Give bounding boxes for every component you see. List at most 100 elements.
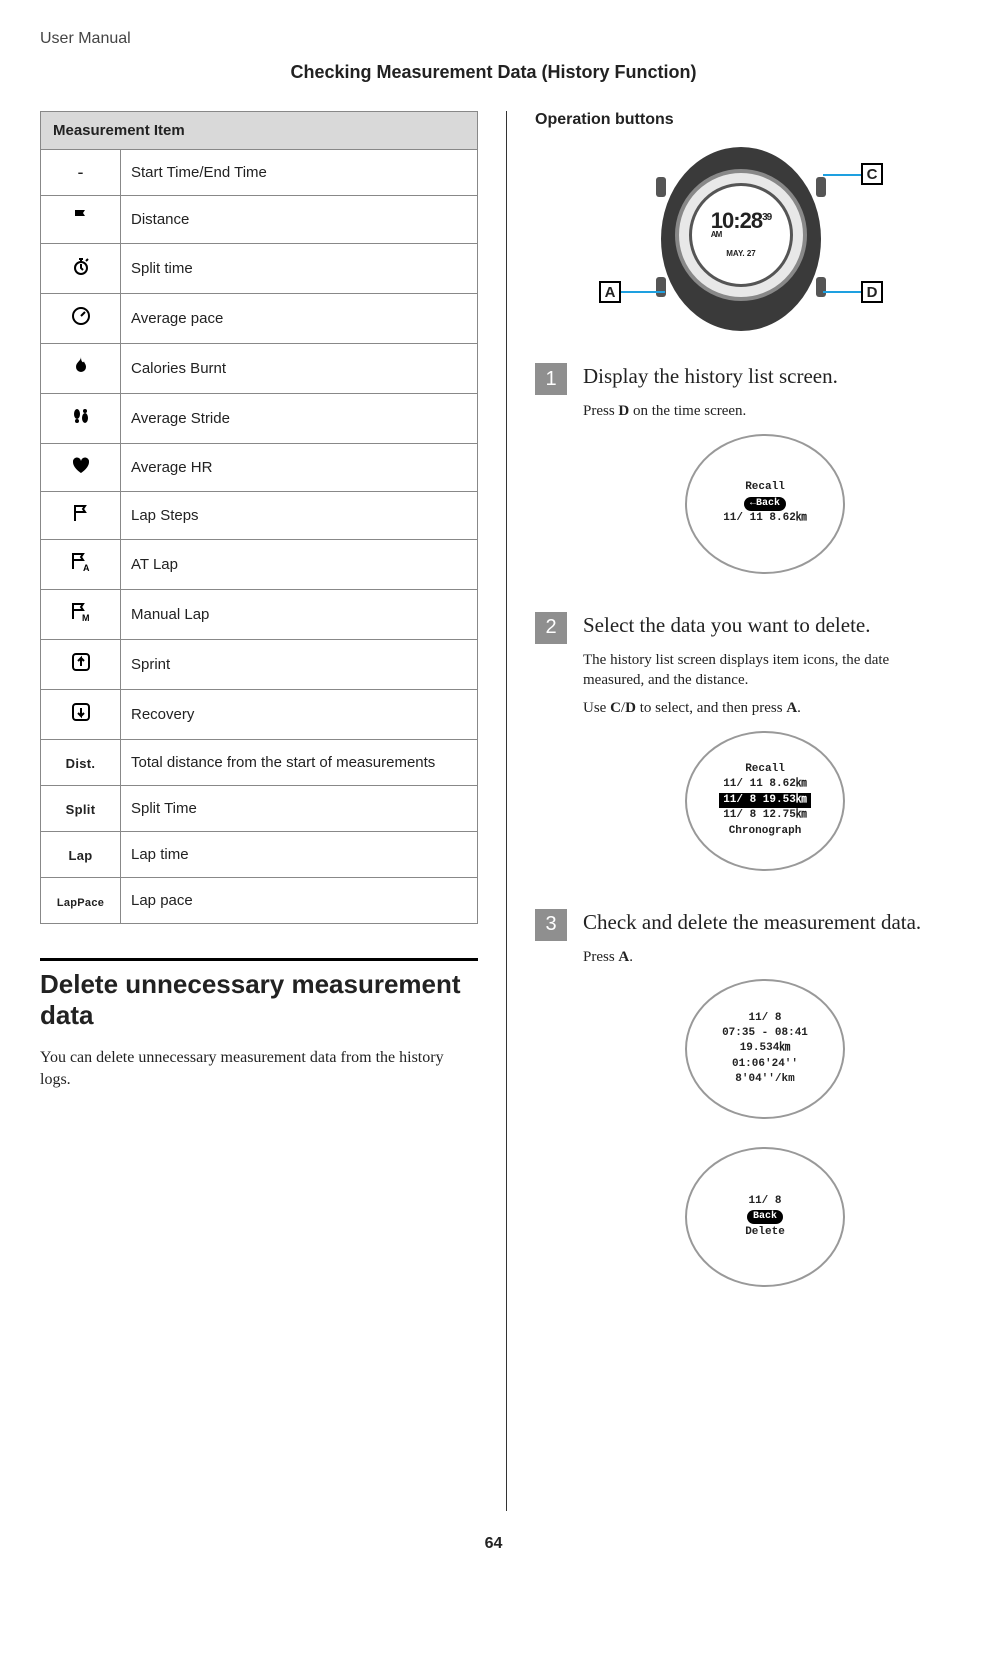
watch-button-top-left — [656, 177, 666, 197]
running-header: User Manual — [40, 30, 947, 48]
measurement-label: Distance — [121, 196, 478, 244]
dash-icon: - — [41, 150, 121, 196]
screen-line: 19.534㎞ — [740, 1041, 791, 1056]
measurement-label: Manual Lap — [121, 590, 478, 640]
sprint-icon — [41, 640, 121, 690]
lappace-text-icon: LapPace — [41, 878, 121, 924]
flag-a-icon: A — [41, 540, 121, 590]
step-body: Display the history list screen. Press D … — [583, 363, 947, 602]
left-column: Measurement Item - Start Time/End Time D… — [40, 111, 478, 1511]
measurement-label: Lap Steps — [121, 492, 478, 540]
step-title: Select the data you want to delete. — [583, 612, 947, 638]
table-row: Average HR — [41, 444, 478, 492]
table-row: Dist. Total distance from the start of m… — [41, 740, 478, 786]
split-text-icon: Split — [41, 786, 121, 832]
step-title: Display the history list screen. — [583, 363, 947, 389]
step-number: 2 — [535, 612, 567, 644]
measurement-label: Start Time/End Time — [121, 150, 478, 196]
two-column-layout: Measurement Item - Start Time/End Time D… — [40, 111, 947, 1511]
step-body: Check and delete the measurement data. Pr… — [583, 909, 947, 1316]
measurement-label: Calories Burnt — [121, 344, 478, 394]
step-text: The history list screen displays item ic… — [583, 650, 947, 691]
table-row: - Start Time/End Time — [41, 150, 478, 196]
screen-line: Delete — [745, 1225, 785, 1240]
measurement-label: Split time — [121, 244, 478, 294]
step: 2 Select the data you want to delete. The … — [535, 612, 947, 899]
table-row: Split time — [41, 244, 478, 294]
screen-line: Recall — [745, 480, 785, 495]
section-rule — [40, 958, 478, 961]
step-text: Press D on the time screen. — [583, 401, 947, 421]
watch-button-bottom-right — [816, 277, 826, 297]
screen-line: Recall — [745, 762, 785, 777]
watch-screen: 11/ 8BackDelete — [583, 1147, 947, 1287]
page-title: Checking Measurement Data (History Funct… — [40, 62, 947, 83]
delete-section-heading: Delete unnecessary measurement data — [40, 969, 478, 1031]
step-text: Press A. — [583, 947, 947, 967]
flag-outline-icon — [41, 492, 121, 540]
watch-screen: Recall11/ 11 8.62㎞11/ 8 19.53㎞11/ 8 12.7… — [583, 731, 947, 871]
measurement-item-table: Measurement Item - Start Time/End Time D… — [40, 111, 478, 924]
step-title: Check and delete the measurement data. — [583, 909, 947, 935]
measurement-label: Sprint — [121, 640, 478, 690]
screen-line: 11/ 8 19.53㎞ — [719, 793, 811, 808]
svg-text:A: A — [83, 563, 90, 572]
table-row: Lap Lap time — [41, 832, 478, 878]
page-number: 64 — [40, 1535, 947, 1553]
screen-line: 11/ 8 — [748, 1194, 781, 1209]
watch-dial: 10:2839AM MAY. 27 — [689, 183, 793, 287]
watch-screen: Recall←Back11/ 11 8.62㎞ — [583, 434, 947, 574]
table-row: Calories Burnt — [41, 344, 478, 394]
stopwatch-icon — [41, 244, 121, 294]
flag-icon — [41, 196, 121, 244]
watch-button-bottom-left — [656, 277, 666, 297]
operation-buttons-heading: Operation buttons — [535, 111, 947, 129]
flag-m-icon: M — [41, 590, 121, 640]
table-row: Average pace — [41, 294, 478, 344]
delete-section-body: You can delete unnecessary measurement d… — [40, 1047, 478, 1090]
measurement-label: Total distance from the start of measure… — [121, 740, 478, 786]
footsteps-icon — [41, 394, 121, 444]
table-row: Sprint — [41, 640, 478, 690]
table-row: Distance — [41, 196, 478, 244]
screen-line: ←Back — [744, 496, 786, 511]
right-column: Operation buttons 10:2839AM MAY. 27 A C … — [506, 111, 947, 1511]
screen-line: 11/ 11 8.62㎞ — [723, 511, 807, 526]
lap-text-icon: Lap — [41, 832, 121, 878]
table-row: LapPace Lap pace — [41, 878, 478, 924]
callout-a: A — [599, 281, 621, 303]
screen-line: Chronograph — [729, 824, 802, 839]
step: 1 Display the history list screen. Press D… — [535, 363, 947, 602]
screen-line: 01:06'24'' — [732, 1057, 798, 1072]
screen-line: Back — [747, 1209, 783, 1224]
screen-line: 11/ 11 8.62㎞ — [723, 777, 807, 792]
screen-line: 11/ 8 — [748, 1011, 781, 1026]
flame-icon — [41, 344, 121, 394]
step-body: Select the data you want to delete. The h… — [583, 612, 947, 899]
table-row: Recovery — [41, 690, 478, 740]
step-text: Use C/D to select, and then press A. — [583, 698, 947, 718]
heart-icon — [41, 444, 121, 492]
table-row: Lap Steps — [41, 492, 478, 540]
screen-line: 07:35 - 08:41 — [722, 1026, 808, 1041]
measurement-label: Recovery — [121, 690, 478, 740]
step-number: 3 — [535, 909, 567, 941]
measurement-label: Average HR — [121, 444, 478, 492]
callout-d: D — [861, 281, 883, 303]
watch-screen: 11/ 807:35 - 08:4119.534㎞01:06'24''8'04'… — [583, 979, 947, 1119]
callout-c: C — [861, 163, 883, 185]
measurement-label: Split Time — [121, 786, 478, 832]
svg-text:M: M — [82, 613, 90, 622]
recovery-icon — [41, 690, 121, 740]
table-row: Split Split Time — [41, 786, 478, 832]
dist-text-icon: Dist. — [41, 740, 121, 786]
table-header: Measurement Item — [41, 112, 478, 150]
watch-button-top-right — [816, 177, 826, 197]
screen-line: 8'04''/km — [735, 1072, 794, 1087]
step-number: 1 — [535, 363, 567, 395]
measurement-label: Lap time — [121, 832, 478, 878]
watch-illustration: 10:2839AM MAY. 27 A C D — [535, 139, 947, 339]
table-row: A AT Lap — [41, 540, 478, 590]
measurement-label: AT Lap — [121, 540, 478, 590]
steps-container: 1 Display the history list screen. Press D… — [535, 363, 947, 1315]
